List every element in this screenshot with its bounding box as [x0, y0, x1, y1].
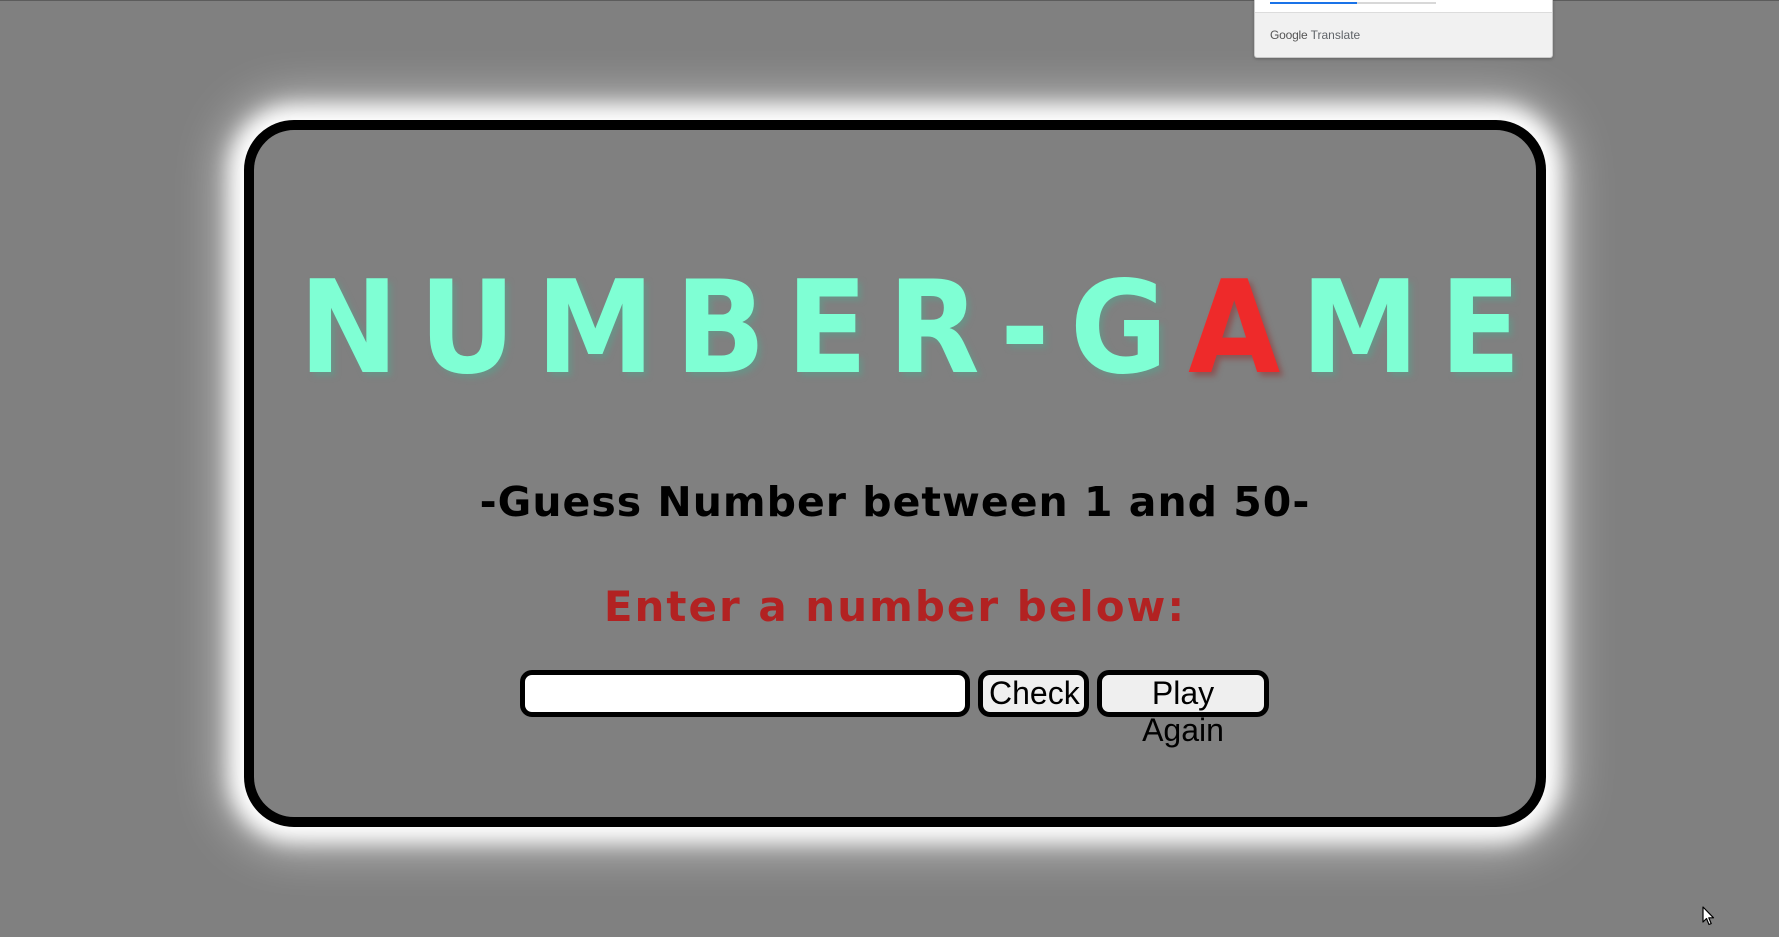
game-title-part-2: ME	[1300, 254, 1542, 403]
game-card: NUMBER-GAME -Guess Number between 1 and …	[244, 120, 1546, 827]
google-logo-text: Google	[1270, 28, 1308, 42]
play-again-button[interactable]: Play Again	[1097, 670, 1269, 748]
google-translate-brand[interactable]: Google Translate	[1270, 28, 1360, 42]
translate-tab-active[interactable]	[1270, 2, 1357, 4]
translate-language-strip	[1255, 0, 1552, 13]
input-prompt: Enter a number below:	[603, 582, 1187, 631]
guess-input[interactable]	[520, 670, 970, 717]
translate-text: Translate	[1310, 28, 1361, 42]
game-title-accent-letter: A	[1188, 254, 1301, 403]
check-button[interactable]: Check	[978, 670, 1089, 717]
translate-tab-inactive[interactable]	[1357, 2, 1436, 4]
game-subtitle: -Guess Number between 1 and 50-	[479, 478, 1311, 526]
game-title: NUMBER-GAME	[299, 265, 1521, 393]
google-translate-popup: Google Translate	[1254, 0, 1553, 58]
game-title-part-1: NUMBER-G	[298, 254, 1189, 403]
mouse-pointer-icon	[1702, 906, 1715, 926]
guess-controls: Check Play Again	[520, 670, 1269, 748]
